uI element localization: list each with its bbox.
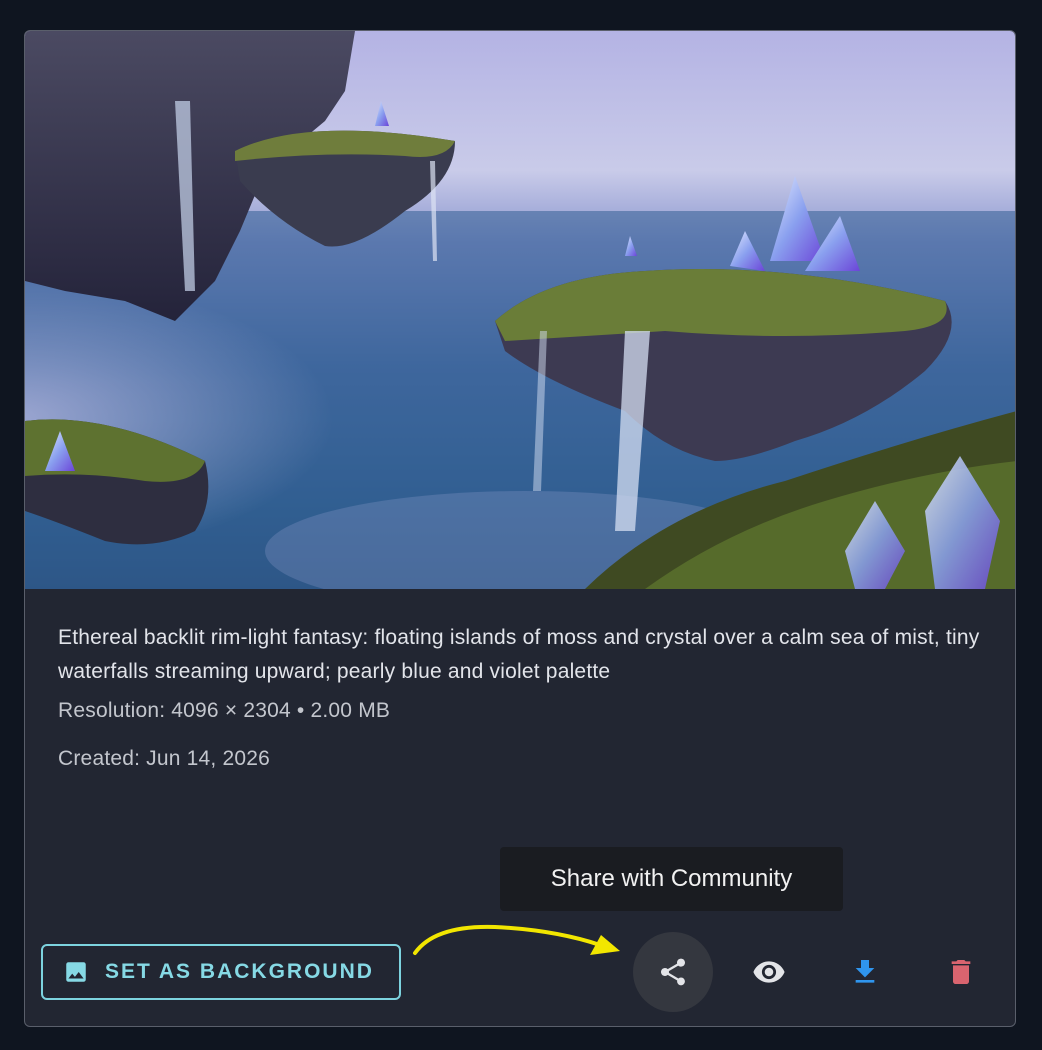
share-icon [661, 958, 685, 986]
trash-icon [951, 960, 971, 984]
view-button[interactable] [729, 932, 809, 1012]
share-tooltip: Share with Community [500, 847, 843, 911]
set-as-background-button[interactable]: SET AS BACKGROUND [41, 944, 401, 1000]
download-icon [855, 960, 875, 983]
delete-button[interactable] [921, 932, 1001, 1012]
set-as-background-label: SET AS BACKGROUND [105, 960, 374, 983]
image-created-date: Created: Jun 14, 2026 [58, 747, 271, 770]
eye-icon [753, 961, 785, 983]
image-resolution: Resolution: 4096 × 2304 • 2.00 MB [58, 699, 391, 722]
generated-image[interactable] [25, 31, 1015, 589]
fantasy-landscape-image [25, 31, 1015, 589]
download-button[interactable] [825, 932, 905, 1012]
image-description: Ethereal backlit rim-light fantasy: floa… [58, 626, 980, 683]
annotation-arrow [413, 924, 620, 955]
share-button[interactable] [633, 932, 713, 1012]
image-icon [66, 962, 86, 982]
image-details: Ethereal backlit rim-light fantasy: floa… [58, 621, 988, 770]
